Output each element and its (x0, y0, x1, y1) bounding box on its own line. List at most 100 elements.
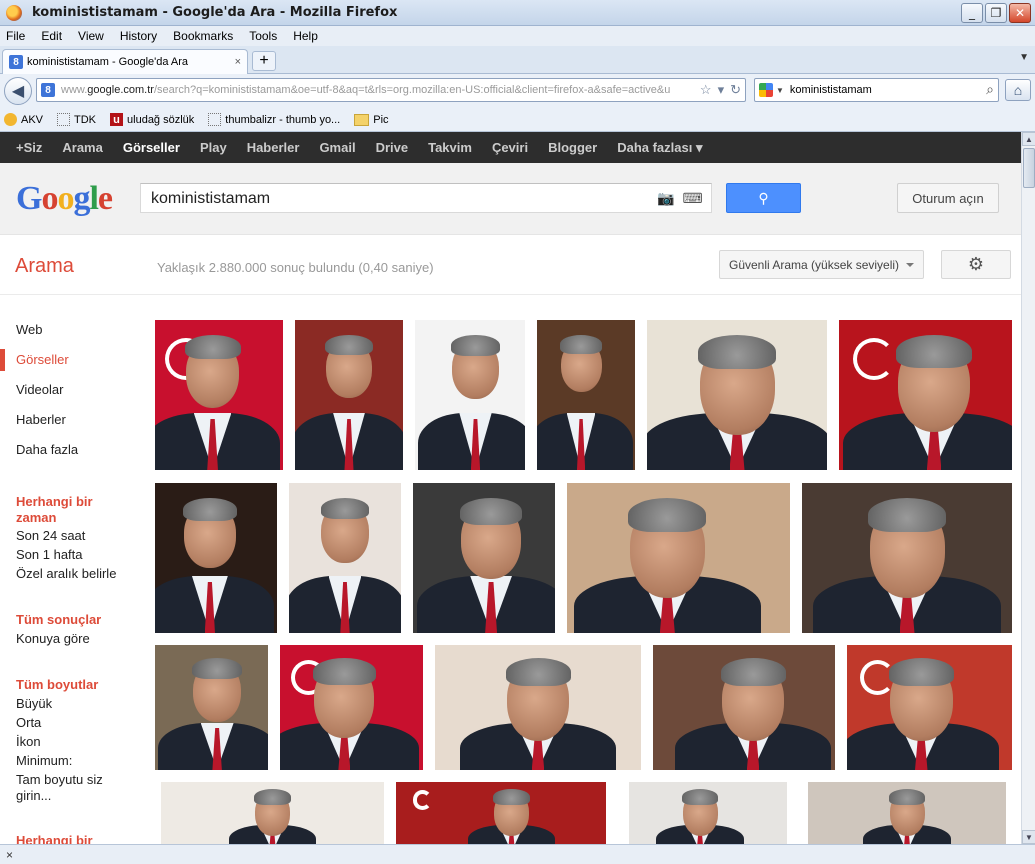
menu-view[interactable]: View (78, 29, 104, 43)
scrollbar-thumb[interactable] (1023, 148, 1035, 188)
filter-size-icon[interactable]: İkon (16, 734, 41, 750)
gbar-takvim[interactable]: Takvim (428, 140, 472, 155)
magnifier-icon: ⚲ (758, 189, 769, 206)
browser-search-value[interactable]: kominististamam (790, 84, 872, 96)
settings-gear-icon[interactable]: ⚙ (941, 250, 1011, 279)
close-window-button[interactable]: ✕ (1009, 3, 1031, 23)
home-button[interactable]: ⌂ (1005, 79, 1031, 101)
gbar-gmail[interactable]: Gmail (319, 140, 355, 155)
tab-list-chevron-icon[interactable]: ▼ (1019, 52, 1029, 63)
keyboard-icon[interactable]: ⌨ (682, 190, 702, 207)
safe-search-dropdown[interactable]: Güvenli Arama (yüksek seviyeli) (719, 250, 924, 279)
gbar-gorseller[interactable]: Görseller (123, 140, 180, 155)
filter-time-title[interactable]: Herhangi bir zaman (16, 494, 116, 526)
filter-1week[interactable]: Son 1 hafta (16, 547, 83, 563)
image-result-thumbnail[interactable] (280, 645, 423, 770)
image-result-thumbnail[interactable] (647, 320, 827, 470)
image-result-thumbnail[interactable] (155, 645, 268, 770)
menu-tools[interactable]: Tools (249, 29, 277, 43)
menu-help[interactable]: Help (293, 29, 318, 43)
filter-24h[interactable]: Son 24 saat (16, 528, 85, 544)
menu-file[interactable]: File (6, 29, 25, 43)
bookmark-star-icon[interactable]: ☆ (700, 82, 712, 98)
menu-edit[interactable]: Edit (41, 29, 62, 43)
browser-search-box[interactable]: ▼ kominististamam ⌕ (754, 78, 999, 102)
gbar-siz[interactable]: +Siz (16, 140, 42, 155)
scroll-down-icon[interactable]: ▼ (1022, 830, 1035, 844)
filter-size-exact[interactable]: Tam boyutu siz girin... (16, 772, 116, 804)
results-subheader: Arama Yaklaşık 2.880.000 sonuç bulundu (… (0, 235, 1021, 295)
image-result-thumbnail[interactable] (808, 782, 1006, 844)
search-icon[interactable]: ⌕ (986, 81, 994, 98)
new-tab-button[interactable]: + (252, 51, 276, 71)
filter-by-topic[interactable]: Konuya göre (16, 631, 90, 647)
nav-daha-fazla[interactable]: Daha fazla (16, 442, 78, 457)
image-result-thumbnail[interactable] (653, 645, 835, 770)
search-engine-dropdown-icon[interactable]: ▼ (776, 86, 784, 95)
image-result-thumbnail[interactable] (567, 483, 790, 633)
gbar-blogger[interactable]: Blogger (548, 140, 597, 155)
menu-bookmarks[interactable]: Bookmarks (173, 29, 233, 43)
url-text[interactable]: www.google.com.tr/search?q=kominististam… (61, 84, 671, 96)
url-dropdown-icon[interactable]: ▾ (718, 82, 725, 98)
back-button[interactable]: ◀ (4, 77, 32, 105)
filter-custom-range[interactable]: Özel aralık belirle (16, 566, 116, 582)
image-result-thumbnail[interactable] (847, 645, 1012, 770)
gbar-play[interactable]: Play (200, 140, 227, 155)
filter-results-title[interactable]: Tüm sonuçlar (16, 612, 101, 628)
nav-videolar[interactable]: Videolar (16, 382, 63, 397)
image-result-thumbnail[interactable] (802, 483, 1012, 633)
signin-button[interactable]: Oturum açın (897, 183, 999, 213)
url-bar[interactable]: 8 www.google.com.tr/search?q=koministist… (36, 78, 746, 102)
image-result-thumbnail[interactable] (155, 320, 283, 470)
reload-icon[interactable]: ↻ (730, 82, 741, 98)
image-result-thumbnail[interactable] (537, 320, 635, 470)
minimize-button[interactable]: _ (961, 3, 983, 23)
image-result-thumbnail[interactable] (289, 483, 401, 633)
portrait-photo (435, 645, 641, 770)
gbar-drive[interactable]: Drive (376, 140, 409, 155)
filter-size-minimum[interactable]: Minimum: (16, 753, 72, 769)
filter-size-title[interactable]: Tüm boyutlar (16, 677, 98, 693)
gbar-haberler[interactable]: Haberler (247, 140, 300, 155)
image-result-thumbnail[interactable] (435, 645, 641, 770)
filter-color-title[interactable]: Herhangi bir (16, 833, 93, 844)
search-button[interactable]: ⚲ (726, 183, 801, 213)
bookmark-thumbalizr[interactable]: thumbalizr - thumb yo... (208, 113, 340, 126)
image-result-thumbnail[interactable] (155, 483, 277, 633)
gbar-more[interactable]: Daha fazlası ▾ (617, 140, 702, 156)
bookmark-tdk[interactable]: TDK (57, 113, 96, 126)
tab-close-icon[interactable]: × (235, 56, 241, 68)
image-result-thumbnail[interactable] (161, 782, 384, 844)
menu-history[interactable]: History (120, 29, 157, 43)
portrait-photo (629, 782, 787, 844)
image-result-thumbnail[interactable] (415, 320, 525, 470)
camera-icon[interactable]: 📷 (657, 190, 674, 207)
bookmark-uludag[interactable]: u uludağ sözlük (110, 113, 194, 126)
image-result-thumbnail[interactable] (839, 320, 1012, 470)
gbar-ceviri[interactable]: Çeviri (492, 140, 528, 155)
bookmark-pic[interactable]: Pic (354, 113, 389, 126)
close-findbar-icon[interactable]: × (6, 848, 13, 862)
filter-size-large[interactable]: Büyük (16, 696, 52, 712)
nav-gorseller[interactable]: Görseller (16, 352, 69, 367)
site-identity-icon[interactable]: 8 (41, 83, 55, 97)
image-result-thumbnail[interactable] (413, 483, 555, 633)
image-result-thumbnail[interactable] (629, 782, 787, 844)
filter-size-medium[interactable]: Orta (16, 715, 41, 731)
nav-haberler[interactable]: Haberler (16, 412, 66, 427)
page-scrollbar[interactable]: ▲ ▼ (1021, 132, 1035, 844)
gbar-arama[interactable]: Arama (62, 140, 102, 155)
search-input[interactable]: kominististamam (140, 183, 712, 213)
maximize-button[interactable]: ❐ (985, 3, 1007, 23)
image-result-thumbnail[interactable] (295, 320, 403, 470)
image-result-thumbnail[interactable] (396, 782, 606, 844)
scroll-up-icon[interactable]: ▲ (1022, 132, 1035, 146)
section-title: Arama (15, 255, 74, 277)
search-engine-icon[interactable] (759, 83, 773, 97)
nav-web[interactable]: Web (16, 322, 43, 337)
bookmark-akv[interactable]: AKV (4, 113, 43, 126)
google-logo[interactable]: Google (16, 180, 113, 218)
search-header: Google kominististamam 📷 ⌨ ⚲ Oturum açın (0, 163, 1021, 235)
tab-google-search[interactable]: 8 kominististamam - Google'da Ara × (2, 49, 248, 74)
